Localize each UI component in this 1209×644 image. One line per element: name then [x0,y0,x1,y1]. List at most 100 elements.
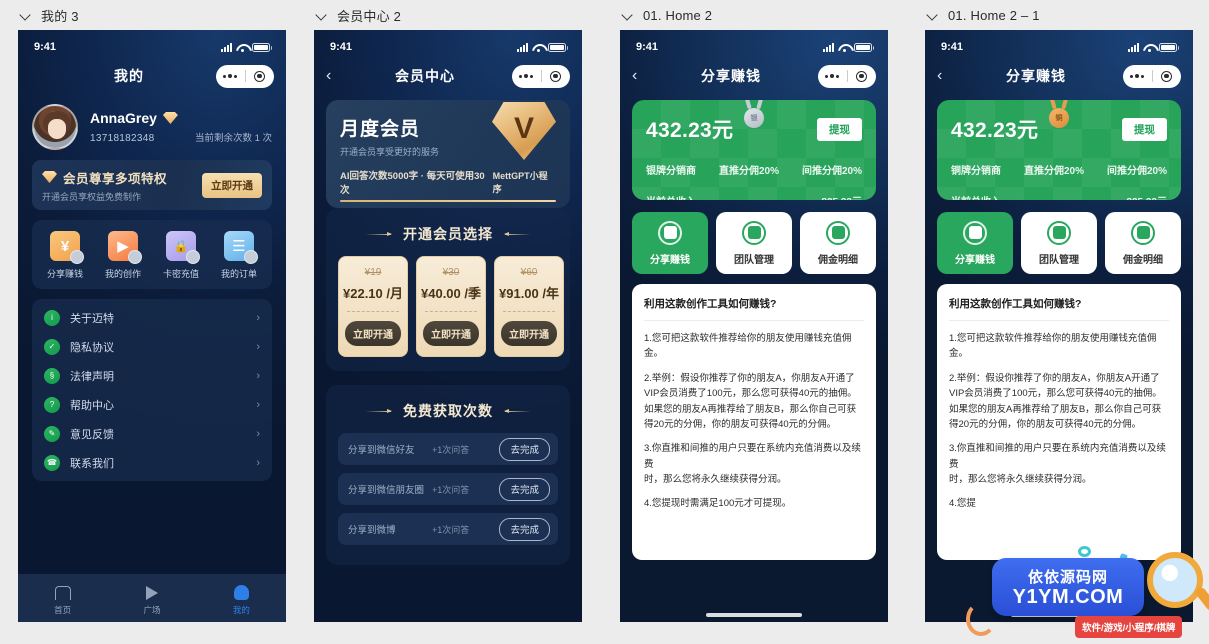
frame-title-mine[interactable]: 我的 3 [18,0,286,30]
plan-divider [425,311,477,312]
plan-activate-button[interactable]: 立即开通 [345,321,401,346]
grid-item-my-orders[interactable]: ☰ 我的订单 [211,231,267,280]
watermark-site-en: Y1YM.COM [1012,586,1124,608]
membership-brand: MettGPT小程序 [492,171,548,194]
vip-banner[interactable]: 会员尊享多项特权 开通会员享权益免费制作 立即开通 [32,160,272,210]
faq-paragraph: 3.你直推和间推的用户只要在系统内充值消费以及续费 [949,443,1166,470]
avatar[interactable] [32,104,78,150]
nav-bar-earn: ‹ 分享赚钱 [925,58,1193,94]
close-target-icon[interactable] [246,70,275,82]
more-icon[interactable] [216,74,245,78]
earnings-amount: 432.23元 [646,119,734,142]
close-target-icon[interactable] [848,70,877,82]
earnings-top-row: 432.23元 提现 [646,114,862,144]
wifi-icon [532,43,544,52]
status-bar: 9:41 [620,30,888,58]
earn-tabs: 分享赚钱 团队管理 佣金明细 [632,212,876,274]
list-item-label: 法律声明 [70,370,114,383]
tab-commission-detail[interactable]: 佣金明细 [800,212,876,274]
frame-title-label: 01. Home 2 – 1 [948,7,1040,23]
list-item[interactable]: ✓ 隐私协议 › [44,332,260,361]
list-item[interactable]: ✎ 意见反馈 › [44,419,260,448]
status-bar: 9:41 [18,30,286,58]
grid-item-share-earn[interactable]: ¥ 分享赚钱 [37,231,93,280]
back-icon[interactable]: ‹ [326,68,344,84]
chevron-down-icon[interactable] [622,10,633,21]
feedback-icon: ✎ [44,425,60,442]
mini-program-capsule[interactable] [216,64,275,88]
phone-earn-silver: 9:41 ‹ 分享赚钱 银 432.23元 提现 银牌分销商 直推分佣20% 间… [620,30,888,622]
grid-item-label: 我的订单 [220,269,257,279]
vip-banner-subtitle: 开通会员享权益免费制作 [42,191,142,202]
icon-badge [128,250,142,264]
nav-bar-mine: 我的 [18,58,286,94]
back-icon[interactable]: ‹ [937,68,955,84]
plan-card-monthly[interactable]: ¥19 ¥22.10 /月 立即开通 [338,256,408,357]
frame-title-home2-1[interactable]: 01. Home 2 – 1 [925,0,1193,30]
grid-item-my-works[interactable]: ▶ 我的创作 [95,231,151,280]
back-icon[interactable]: ‹ [632,68,650,84]
task-reward: +1次问答 [432,524,470,535]
list-item-label: 联系我们 [70,457,114,470]
tasks-block: 免费获取次数 分享到微信好友 +1次问答 去完成 分享到微信朋友圈 +1次问答 … [326,385,570,565]
vip-activate-button[interactable]: 立即开通 [202,172,262,198]
close-target-icon[interactable] [542,70,571,82]
tab-mine[interactable]: 我的 [197,583,286,616]
more-icon[interactable] [512,74,541,78]
mini-program-capsule[interactable] [512,64,571,88]
wifi-icon [1143,43,1155,52]
tab-team-management[interactable]: 团队管理 [1021,212,1097,274]
phone-member-center: 9:41 ‹ 会员中心 月度会员 开通会员享受更好的服务 V AI回答次数500… [314,30,582,622]
list-item[interactable]: § 法律声明 › [44,361,260,390]
plan-card-yearly[interactable]: ¥60 ¥91.00 /年 立即开通 [494,256,564,357]
list-item[interactable]: ? 帮助中心 › [44,390,260,419]
total-income-value: 825.33元 [821,193,862,200]
tab-home[interactable]: 首页 [18,583,107,616]
list-item[interactable]: ☎ 联系我们 › [44,448,260,477]
mini-program-capsule[interactable] [1123,64,1182,88]
total-income-label: 当前总收入 [951,193,1001,200]
tab-label: 佣金明细 [818,254,858,266]
tab-label: 团队管理 [1039,254,1079,266]
task-action-button[interactable]: 去完成 [499,517,550,541]
frame-title-label: 会员中心 2 [337,8,402,24]
tab-share-earn[interactable]: 分享赚钱 [937,212,1013,274]
withdraw-button[interactable]: 提现 [817,117,862,141]
membership-card[interactable]: 月度会员 开通会员享受更好的服务 V AI回答次数5000字 · 每天可使用30… [326,100,570,208]
task-action-button[interactable]: 去完成 [499,437,550,461]
plan-card-quarterly[interactable]: ¥30 ¥40.00 /季 立即开通 [416,256,486,357]
mini-program-capsule[interactable] [818,64,877,88]
vip-diamond-icon [163,112,178,124]
profile-row[interactable]: AnnaGrey 13718182348 当前剩余次数 1 次 [18,94,286,156]
grid-item-card-recharge[interactable]: 🔒 卡密充值 [153,231,209,280]
task-action-button[interactable]: 去完成 [499,477,550,501]
chevron-down-icon[interactable] [927,10,938,21]
list-item[interactable]: i 关于迈特 › [44,303,260,332]
chevron-down-icon[interactable] [316,10,327,21]
plan-activate-button[interactable]: 立即开通 [501,321,557,346]
faq-paragraph: 4.您提现时需满足100元才可提现。 [644,498,792,510]
plan-activate-button[interactable]: 立即开通 [423,321,479,346]
faq-paragraph: 时，那么您将永久继续获得分润。 [949,474,1092,485]
earnings-card: 银 432.23元 提现 银牌分销商 直推分佣20% 间推分佣20% 当前总收入… [632,100,876,200]
withdraw-button[interactable]: 提现 [1122,117,1167,141]
phone-mine: 9:41 我的 AnnaGrey 13718182348 当前剩余次数 1 次 … [18,30,286,622]
chevron-down-icon[interactable] [20,10,31,21]
tab-team-management[interactable]: 团队管理 [716,212,792,274]
status-bar: 9:41 [925,30,1193,58]
status-time: 9:41 [330,41,353,53]
more-icon[interactable] [818,74,847,78]
tab-share-earn[interactable]: 分享赚钱 [632,212,708,274]
tab-plaza[interactable]: 广场 [107,583,196,616]
task-row[interactable]: 分享到微博 +1次问答 去完成 [338,513,558,545]
task-row[interactable]: 分享到微信朋友圈 +1次问答 去完成 [338,473,558,505]
task-row[interactable]: 分享到微信好友 +1次问答 去完成 [338,433,558,465]
frame-title-home2[interactable]: 01. Home 2 [620,0,888,30]
earn-tabs: 分享赚钱 团队管理 佣金明细 [937,212,1181,274]
more-icon[interactable] [1123,74,1152,78]
close-target-icon[interactable] [1153,70,1182,82]
bottom-tab-bar: 首页 广场 我的 [18,574,286,622]
commission-icon [826,220,850,245]
frame-title-member[interactable]: 会员中心 2 [314,0,582,30]
tab-commission-detail[interactable]: 佣金明细 [1105,212,1181,274]
